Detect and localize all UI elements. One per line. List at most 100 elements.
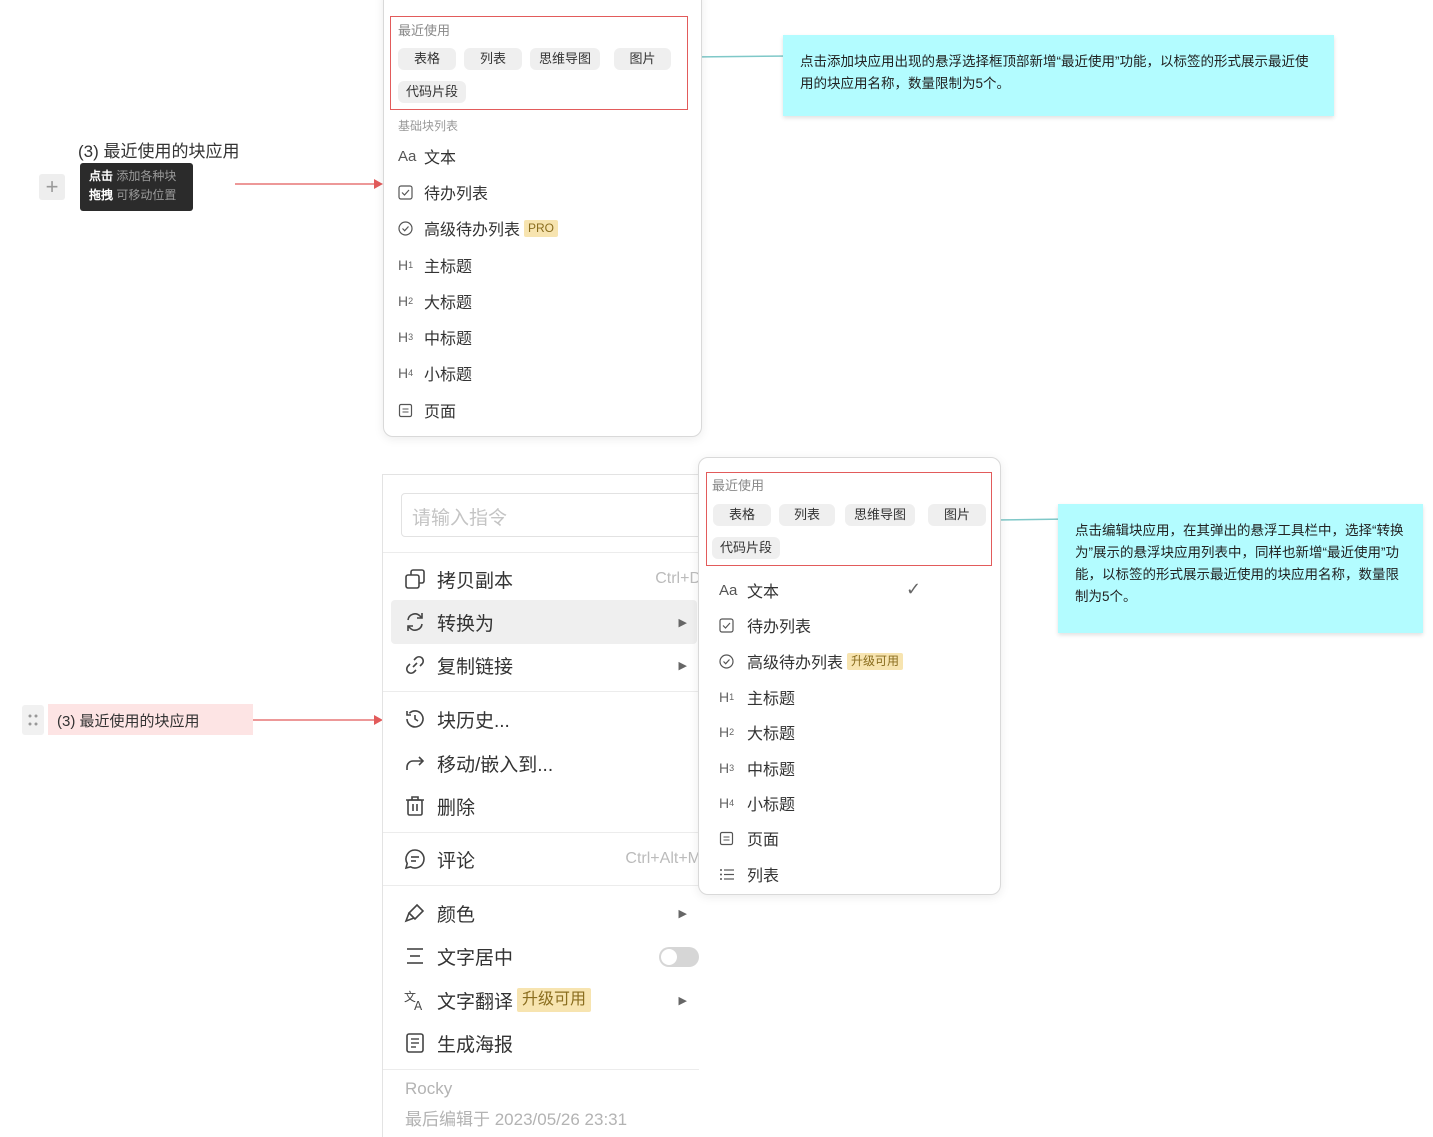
menu-item-translate[interactable]: 文A 文字翻译 升级可用 ▶ bbox=[403, 980, 699, 1020]
annotation-note-2-text: 点击编辑块应用，在其弹出的悬浮工具栏中，选择“转换为”展示的悬浮块应用列表中，同… bbox=[1075, 523, 1404, 604]
block-item-text[interactable]: Aa 文本 bbox=[398, 141, 456, 171]
search-placeholder: 请输入指令 bbox=[412, 508, 508, 529]
convert-item-label: 文本 bbox=[747, 584, 780, 601]
convert-item-h2[interactable]: H2 大标题 bbox=[719, 717, 795, 747]
menu-item-comment[interactable]: 评论 Ctrl+Alt+M bbox=[403, 839, 699, 879]
checkbox-icon bbox=[719, 617, 747, 633]
convert-item-page[interactable]: 页面 bbox=[719, 823, 779, 853]
block-item-todo[interactable]: 待办列表 bbox=[398, 177, 488, 207]
convert-item-label: 小标题 bbox=[747, 797, 796, 814]
page-icon bbox=[398, 403, 424, 418]
drag-handle[interactable] bbox=[22, 705, 44, 735]
list-icon bbox=[719, 867, 747, 882]
menu-item-delete[interactable]: 删除 bbox=[403, 786, 699, 826]
menu-divider bbox=[383, 691, 699, 692]
footer-user: Rocky bbox=[405, 1079, 453, 1098]
menu-item-history[interactable]: 块历史... bbox=[403, 699, 699, 739]
block-item-page[interactable]: 页面 bbox=[398, 395, 456, 425]
footer-last-edit: 最后编辑于 2023/05/26 23:31 bbox=[405, 1110, 628, 1129]
h2-icon: H2 bbox=[719, 724, 735, 740]
annotation-note-1: 点击添加块应用出现的悬浮选择框顶部新增“最近使用”功能，以标签的形式展示最近使用… bbox=[783, 35, 1334, 116]
menu-item-duplicate[interactable]: 拷贝副本 Ctrl+D bbox=[403, 559, 699, 599]
comment-icon bbox=[403, 847, 437, 871]
menu-item-center-text[interactable]: 文字居中 bbox=[403, 936, 699, 976]
menu-divider bbox=[383, 885, 699, 886]
recent-chip-code[interactable]: 代码片段 bbox=[398, 81, 466, 103]
shortcut-text: Ctrl+Alt+M bbox=[625, 850, 699, 867]
recent-chip-mindmap[interactable]: 思维导图 bbox=[845, 504, 915, 526]
convert-item-label: 待办列表 bbox=[747, 619, 812, 636]
h1-icon: H1 bbox=[719, 689, 735, 705]
center-text-toggle[interactable] bbox=[659, 947, 699, 967]
selected-check-icon: ✓ bbox=[906, 579, 922, 599]
recent-chip-image[interactable]: 图片 bbox=[614, 48, 671, 70]
block-item-label: 大标题 bbox=[424, 295, 473, 312]
block-item-label: 页面 bbox=[424, 404, 457, 421]
convert-item-advanced-todo[interactable]: 高级待办列表 升级可用 bbox=[719, 646, 904, 676]
menu-item-move[interactable]: 移动/嵌入到... bbox=[403, 743, 699, 783]
menu-item-label: 文字居中 bbox=[437, 947, 514, 969]
convert-item-label: 列表 bbox=[747, 868, 780, 885]
brush-icon bbox=[403, 901, 437, 925]
submenu-arrow-icon: ▶ bbox=[678, 616, 687, 629]
link-icon bbox=[403, 653, 437, 677]
recent-chip-image[interactable]: 图片 bbox=[928, 504, 986, 526]
convert-item-label: 页面 bbox=[747, 832, 780, 849]
block-item-advanced-todo[interactable]: 高级待办列表 PRO bbox=[398, 213, 559, 243]
convert-item-label: 中标题 bbox=[747, 762, 796, 779]
menu-item-copy-link[interactable]: 复制链接 ▶ bbox=[403, 645, 699, 685]
move-icon bbox=[403, 751, 437, 775]
menu-item-color[interactable]: 颜色 ▶ bbox=[403, 893, 699, 933]
convert-item-label: 高级待办列表 bbox=[747, 655, 844, 672]
recent-chip-list[interactable]: 列表 bbox=[779, 504, 835, 526]
page-icon bbox=[719, 831, 747, 846]
h2-icon: H2 bbox=[398, 293, 414, 309]
menu-divider bbox=[383, 552, 699, 553]
block-context-menu: 请输入指令 拷贝副本 Ctrl+D 转换为 ▶ 复制链接 ▶ 块历史... 移动… bbox=[382, 474, 699, 1137]
block-item-h3[interactable]: H3 中标题 bbox=[398, 322, 472, 352]
history-icon bbox=[403, 707, 437, 731]
shortcut-text: Ctrl+D bbox=[655, 570, 699, 587]
convert-item-todo[interactable]: 待办列表 bbox=[719, 610, 811, 640]
poster-icon bbox=[403, 1031, 437, 1055]
h4-icon: H4 bbox=[398, 365, 414, 381]
check-circle-icon bbox=[398, 220, 424, 236]
command-search-input[interactable]: 请输入指令 bbox=[401, 493, 699, 537]
convert-submenu-panel: 最近使用 表格 列表 思维导图 图片 代码片段 Aa 文本 ✓ 待办列表 高级待… bbox=[698, 457, 1001, 895]
menu-item-label: 评论 bbox=[437, 850, 476, 872]
menu-item-poster[interactable]: 生成海报 bbox=[403, 1023, 699, 1063]
convert-item-h4[interactable]: H4 小标题 bbox=[719, 788, 795, 818]
menu-divider bbox=[383, 832, 699, 833]
trash-icon bbox=[403, 794, 437, 818]
h1-icon: H1 bbox=[398, 257, 414, 273]
recent-chip-table[interactable]: 表格 bbox=[713, 504, 771, 526]
block-item-h4[interactable]: H4 小标题 bbox=[398, 358, 472, 388]
recent-chip-list[interactable]: 列表 bbox=[464, 48, 522, 70]
convert-item-h3[interactable]: H3 中标题 bbox=[719, 753, 795, 783]
block-picker-panel: 最近使用 表格 列表 思维导图 图片 代码片段 基础块列表 Aa 文本 待办列表… bbox=[383, 0, 702, 437]
selected-block[interactable]: (3) 最近使用的块应用 bbox=[48, 704, 253, 735]
convert-item-text[interactable]: Aa 文本 bbox=[719, 575, 779, 605]
selected-block-text: (3) 最近使用的块应用 bbox=[57, 713, 200, 730]
recent-chip-table[interactable]: 表格 bbox=[398, 48, 456, 70]
svg-text:A: A bbox=[414, 999, 423, 1012]
copy-icon bbox=[403, 567, 437, 591]
recent-chip-mindmap[interactable]: 思维导图 bbox=[530, 48, 600, 70]
aa-icon: Aa bbox=[398, 147, 417, 165]
block-item-label: 高级待办列表 bbox=[424, 222, 521, 239]
menu-item-convert[interactable]: 转换为 ▶ bbox=[403, 602, 699, 642]
menu-item-label: 复制链接 bbox=[437, 656, 514, 678]
recent-chip-code[interactable]: 代码片段 bbox=[712, 537, 780, 559]
block-item-label: 中标题 bbox=[424, 331, 473, 348]
section-title-basic: 基础块列表 bbox=[398, 119, 459, 133]
block-item-label: 小标题 bbox=[424, 367, 473, 384]
block-item-h2[interactable]: H2 大标题 bbox=[398, 286, 472, 316]
arrow-top-head bbox=[374, 179, 383, 189]
menu-item-label: 转换为 bbox=[437, 613, 495, 635]
convert-item-list[interactable]: 列表 bbox=[719, 859, 779, 889]
block-item-label: 主标题 bbox=[424, 259, 473, 276]
block-item-h1[interactable]: H1 主标题 bbox=[398, 250, 472, 280]
h3-icon: H3 bbox=[719, 760, 735, 776]
convert-item-label: 主标题 bbox=[747, 691, 796, 708]
convert-item-h1[interactable]: H1 主标题 bbox=[719, 682, 795, 712]
